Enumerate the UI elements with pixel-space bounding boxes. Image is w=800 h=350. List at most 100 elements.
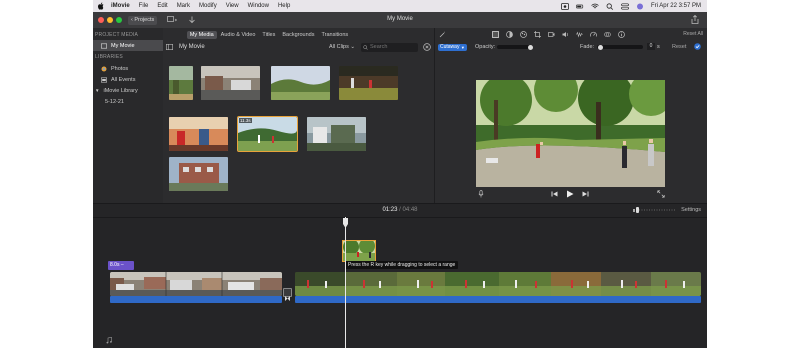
- sidebar-item-photos[interactable]: Photos: [93, 63, 163, 74]
- chevron-down-icon: ▼: [460, 44, 465, 50]
- info-icon[interactable]: [618, 31, 625, 38]
- tab-titles[interactable]: Titles: [259, 31, 278, 39]
- clip-thumbnail-selected[interactable]: 11.3s: [237, 116, 298, 152]
- photos-icon: [101, 66, 107, 71]
- share-icon[interactable]: [691, 15, 699, 24]
- sidebar-item-event-5-12-21[interactable]: 5-12-21: [93, 96, 163, 107]
- transition-glyph: [285, 296, 290, 301]
- fade-slider[interactable]: [597, 44, 643, 50]
- speed-icon[interactable]: [590, 31, 597, 38]
- close-window-button[interactable]: [98, 17, 104, 23]
- projects-button[interactable]: ‹ Projects: [128, 15, 158, 25]
- search-icon[interactable]: [606, 2, 614, 10]
- clip-thumbnail-image: [169, 117, 228, 151]
- timeline-controls: Settings: [633, 206, 701, 214]
- timeline-zoom-slider[interactable]: [633, 206, 677, 214]
- menu-imovie[interactable]: iMovie: [111, 3, 130, 9]
- color-balance-icon[interactable]: [506, 31, 513, 38]
- timeline-settings-button[interactable]: Settings: [681, 207, 701, 213]
- search-field[interactable]: Search: [361, 42, 418, 52]
- clip-thumbnail[interactable]: [169, 157, 228, 191]
- volume-icon[interactable]: [562, 31, 569, 38]
- clip-thumbnail[interactable]: [201, 66, 260, 100]
- magic-wand-icon[interactable]: [439, 31, 446, 38]
- menu-modify[interactable]: Modify: [199, 3, 217, 9]
- battery-icon[interactable]: [576, 3, 584, 10]
- menu-mark[interactable]: Mark: [177, 3, 190, 9]
- title-clip[interactable]: 8.0s –: [108, 261, 134, 270]
- import-arrow-icon[interactable]: [187, 16, 197, 24]
- sidebar-item-imovie-library[interactable]: ▼ iMovie Library: [93, 85, 163, 96]
- video-overlay-icon[interactable]: [492, 31, 499, 38]
- clip-thumbnail[interactable]: [339, 66, 398, 100]
- timeline: 01:23 / 04:48 Settings Press the R key w…: [93, 204, 707, 348]
- fade-unit-label: s: [657, 44, 660, 50]
- fullscreen-icon[interactable]: [657, 190, 665, 198]
- voiceover-microphone-icon[interactable]: [478, 190, 484, 198]
- clear-filter-icon[interactable]: [423, 43, 431, 51]
- apply-checkmark-icon[interactable]: [694, 43, 701, 50]
- search-placeholder: Search: [370, 44, 388, 50]
- skip-forward-icon[interactable]: [582, 191, 589, 197]
- transition-icon[interactable]: [283, 288, 292, 301]
- control-center-icon[interactable]: [621, 2, 629, 10]
- overlay-mode-label: Cutaway: [440, 44, 460, 50]
- video-viewer[interactable]: [476, 80, 665, 187]
- reset-button[interactable]: Reset: [672, 44, 686, 50]
- minimize-window-button[interactable]: [107, 17, 113, 23]
- sidebar-item-my-movie[interactable]: My Movie: [93, 40, 163, 51]
- wifi-icon[interactable]: [591, 3, 599, 10]
- tab-backgrounds[interactable]: Backgrounds: [279, 31, 317, 39]
- clip-duration-badge: 11.3s: [239, 118, 252, 123]
- tab-transitions[interactable]: Transitions: [318, 31, 351, 39]
- cutaway-clip[interactable]: [342, 240, 376, 262]
- opacity-slider-knob[interactable]: [528, 44, 533, 50]
- play-icon[interactable]: [566, 190, 574, 198]
- stabilization-icon[interactable]: [548, 31, 555, 38]
- siri-icon[interactable]: [636, 3, 644, 10]
- playhead[interactable]: [345, 217, 346, 348]
- crop-icon[interactable]: [534, 31, 541, 38]
- sidebar-item-label: All Events: [111, 76, 136, 83]
- opacity-slider[interactable]: [497, 44, 533, 50]
- menu-window[interactable]: Window: [248, 3, 269, 9]
- zoom-window-button[interactable]: [116, 17, 122, 23]
- timecode-separator: /: [399, 207, 401, 213]
- clip-filter-icon[interactable]: [604, 31, 611, 38]
- skip-back-icon[interactable]: [551, 191, 558, 197]
- opacity-label: Opacity:: [475, 44, 496, 50]
- sidebar-item-all-events[interactable]: All Events: [93, 74, 163, 85]
- menu-view[interactable]: View: [226, 3, 239, 9]
- overlay-mode-dropdown[interactable]: Cutaway ▼: [438, 43, 467, 51]
- sidebar-toggle-icon[interactable]: [166, 44, 173, 50]
- video-clip-street[interactable]: [110, 272, 282, 296]
- menu-file[interactable]: File: [139, 3, 149, 9]
- media-library-toggle-icon[interactable]: [167, 16, 178, 24]
- menu-edit[interactable]: Edit: [157, 3, 167, 9]
- clip-filter-dropdown[interactable]: All Clips ⌄: [329, 44, 355, 50]
- timecode-display: 01:23 / 04:48: [93, 207, 707, 213]
- menu-bar: iMovie File Edit Mark Modify View Window…: [93, 0, 707, 12]
- menu-help[interactable]: Help: [278, 3, 290, 9]
- reset-all-button[interactable]: Reset All: [683, 31, 703, 37]
- clip-thumbnail[interactable]: [271, 66, 330, 100]
- color-correction-icon[interactable]: [520, 31, 527, 38]
- clip-thumbnail[interactable]: [169, 66, 193, 100]
- apple-icon[interactable]: [97, 2, 105, 10]
- noise-reduction-icon[interactable]: [576, 31, 583, 38]
- tab-my-media[interactable]: My Media: [186, 30, 217, 39]
- title-clip-label: 8.0s –: [110, 262, 124, 268]
- screen-record-icon[interactable]: [561, 2, 569, 10]
- fade-duration-field[interactable]: 0: [647, 43, 655, 50]
- menubar-clock[interactable]: Fri Apr 22 3:57 PM: [651, 3, 701, 9]
- audio-waveform[interactable]: [110, 296, 282, 303]
- total-duration: 04:48: [402, 207, 418, 213]
- tab-audio-video[interactable]: Audio & Video: [218, 31, 259, 39]
- video-clip-soccer[interactable]: [295, 272, 701, 296]
- clip-thumbnail[interactable]: [307, 117, 366, 151]
- clip-thumbnail[interactable]: [169, 117, 228, 151]
- fade-slider-knob[interactable]: [598, 44, 603, 50]
- sidebar-item-label: Photos: [111, 65, 129, 72]
- disclosure-triangle-icon[interactable]: ▼: [95, 88, 99, 93]
- audio-waveform[interactable]: [295, 296, 701, 303]
